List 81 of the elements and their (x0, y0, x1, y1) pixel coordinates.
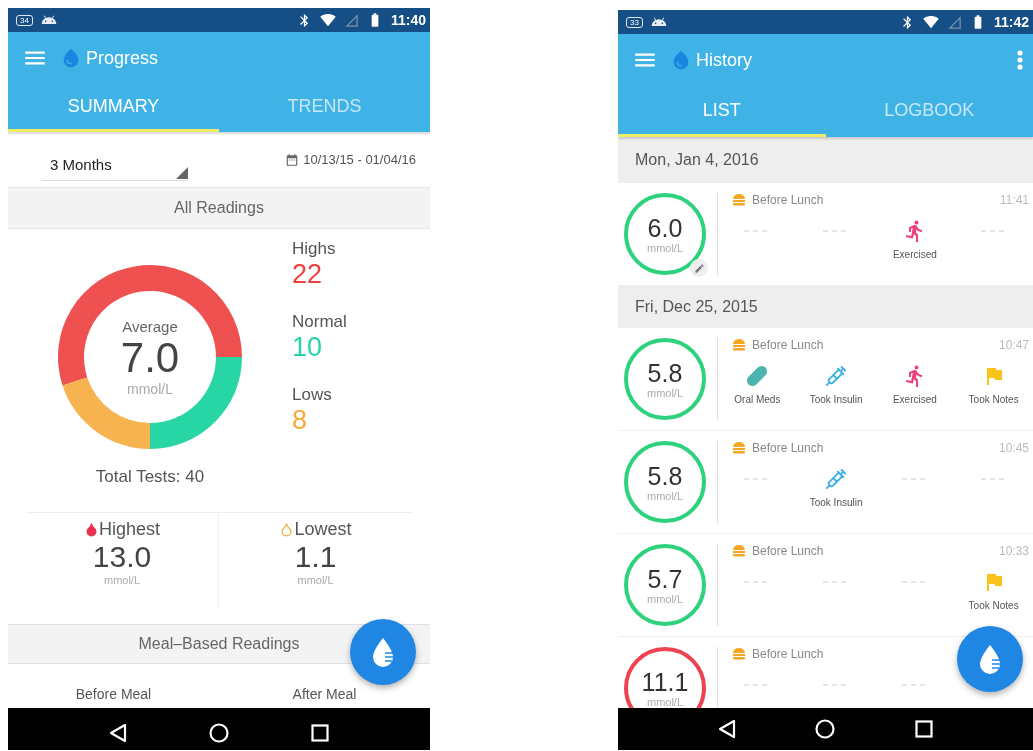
meal-label: Before Lunch (752, 647, 824, 661)
reading-value: 5.7 (647, 565, 683, 593)
reading-value: 5.8 (647, 359, 683, 387)
wifi-icon (922, 14, 939, 30)
extreme-value: 13.0 (92, 540, 152, 574)
syringe-icon (825, 468, 848, 490)
activity-label: Took Insulin (809, 394, 863, 405)
water-drop-icon (978, 644, 1002, 674)
water-drop-icon (371, 637, 395, 667)
reading-unit: mmol/L (646, 489, 684, 502)
no-signal-icon (946, 14, 962, 30)
reading-value: 5.8 (647, 462, 683, 490)
stat-value: 22 (292, 259, 324, 289)
home-button[interactable] (815, 719, 836, 739)
edit-badge[interactable] (690, 259, 708, 277)
reading-time: 11:41 (999, 193, 1029, 207)
recents-button[interactable] (915, 720, 934, 738)
dropdown-triangle-icon (176, 166, 188, 179)
wifi-icon (319, 12, 336, 28)
date-header: Mon, Jan 4, 2016 (618, 137, 1033, 183)
meal-label: Before Lunch (752, 441, 824, 455)
stat-label: Highs (292, 239, 337, 259)
reading-unit: mmol/L (646, 241, 684, 254)
calendar-icon (285, 152, 300, 167)
stat-value: 10 (292, 332, 324, 362)
section-header: All Readings (8, 187, 430, 229)
extreme-unit: mmol/L (103, 574, 141, 586)
activity-label: Took Insulin (809, 497, 863, 508)
syringe-icon (825, 365, 848, 387)
reading-time: 10:45 (998, 441, 1029, 455)
activity-label: Oral Meds (734, 394, 781, 405)
date-header: Fri, Dec 25, 2015 (618, 286, 1033, 328)
add-reading-button[interactable] (350, 619, 416, 685)
period-dropdown[interactable]: 3 Months (42, 148, 188, 181)
column-label: After Meal (291, 686, 358, 702)
stat-value: 8 (292, 405, 309, 435)
screen-title: Progress (86, 47, 159, 69)
meal-label: Before Lunch (752, 193, 824, 207)
status-time: 11:40 (390, 12, 426, 28)
extreme-label: Lowest (294, 519, 352, 540)
average-unit: mmol/L (127, 380, 173, 397)
reading-unit: mmol/L (646, 386, 684, 399)
average-label: Average (122, 317, 178, 335)
reading-unit: mmol/L (646, 592, 684, 605)
screen-title: History (696, 49, 752, 71)
status-time: 11:42 (993, 14, 1029, 30)
back-button[interactable] (717, 719, 736, 739)
total-tests: Total Tests: 40 (95, 467, 205, 487)
reading-time: 10:33 (998, 544, 1029, 558)
drop-icon (84, 522, 99, 537)
activity-label: Took Notes (968, 600, 1019, 611)
no-signal-icon (343, 12, 359, 28)
reading-unit: mmol/L (646, 695, 684, 708)
activity-label: Took Notes (968, 394, 1019, 405)
activity-label: Exercised (892, 249, 937, 260)
reading-value: 6.0 (647, 214, 683, 242)
notification-count: 34 (16, 14, 33, 26)
activity-label: Exercised (892, 394, 937, 405)
extreme-value: 1.1 (294, 540, 337, 574)
date-range: 10/13/15 - 01/04/16 (303, 152, 416, 167)
burger-icon (732, 545, 746, 557)
burger-icon (732, 339, 746, 351)
notification-count: 33 (626, 16, 643, 28)
reading-time: 10:47 (998, 338, 1029, 352)
burger-icon (732, 648, 746, 660)
extreme-unit: mmol/L (297, 574, 334, 586)
average-value: 7.0 (120, 334, 180, 381)
extreme-label: Highest (99, 519, 160, 540)
reading-value: 11.1 (641, 668, 689, 696)
stat-label: Normal (292, 312, 348, 332)
burger-icon (732, 442, 746, 454)
home-button[interactable] (209, 723, 229, 743)
back-button[interactable] (109, 723, 127, 743)
pill-icon (746, 365, 769, 387)
more-icon (1017, 50, 1023, 70)
meal-label: Before Lunch (752, 338, 824, 352)
meal-label: Before Lunch (752, 544, 824, 558)
burger-icon (732, 194, 746, 206)
recents-button[interactable] (311, 724, 329, 742)
stat-label: Lows (292, 385, 333, 405)
column-label: Before Meal (74, 686, 153, 702)
